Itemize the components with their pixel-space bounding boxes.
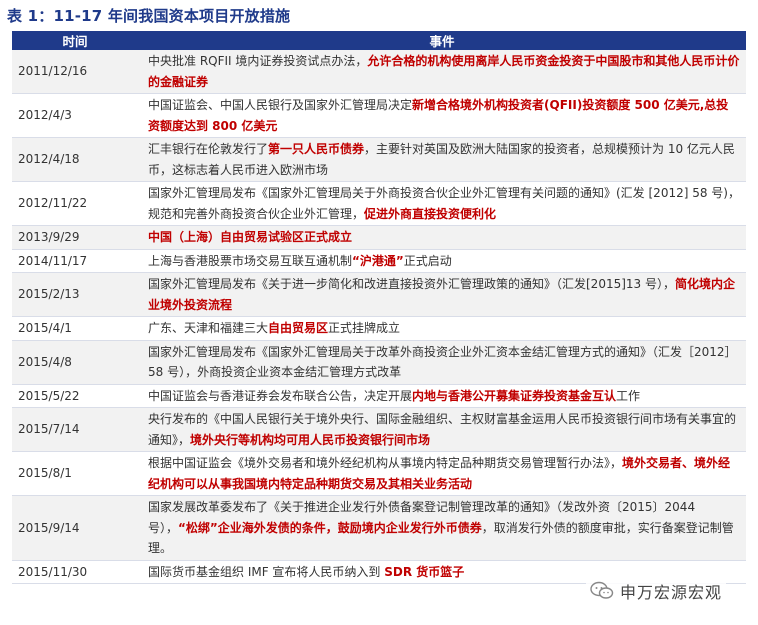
watermark-text: 申万宏源宏观 (620, 583, 723, 602)
row-date: 2015/11/30 (12, 560, 138, 584)
row-event: 中央批准 RQFII 境内证券投资试点办法，允许合格的机构使用离岸人民币资金投资… (138, 50, 746, 94)
row-event: 中国证监会、中国人民银行及国家外汇管理局决定新增合格境外机构投资者(QFII)投… (138, 93, 746, 138)
event-highlight: “松绑”企业海外发债的条件，鼓励境内企业发行外币债券 (178, 520, 482, 535)
event-highlight: 第一只人民币债券 (268, 142, 365, 156)
table-row: 2015/4/8 国家外汇管理局发布《国家外汇管理局关于改革外商投资企业外汇资本金… (12, 340, 746, 385)
table-title: 表 1：11-17 年间我国资本项目开放措施 (7, 7, 291, 25)
row-event: 国家外汇管理局发布《国家外汇管理局关于改革外商投资企业外汇资本金结汇管理方式的通… (138, 340, 746, 385)
row-event: 根据中国证监会《境外交易者和境外经纪机构从事境内特定品种期货交易管理暂行办法》，… (138, 451, 746, 496)
row-date: 2012/11/22 (12, 181, 138, 226)
row-date: 2015/8/1 (12, 451, 138, 496)
event-text: 国家外汇管理局发布《国家外汇管理局关于改革外商投资企业外汇资本金结汇管理方式的通… (148, 344, 737, 380)
table-row: 2011/12/16 中央批准 RQFII 境内证券投资试点办法，允许合格的机构使… (12, 50, 746, 94)
event-highlight: 中国（上海）自由贸易试验区正式成立 (148, 230, 353, 244)
table-row: 2015/2/13 国家外汇管理局发布《关于进一步简化和改进直接投资外汇管理政策的… (12, 272, 746, 317)
row-date: 2015/5/22 (12, 384, 138, 408)
table-row: 2015/5/22 中国证监会与香港证券会发布联合公告，决定开展内地与香港公开募集… (12, 384, 746, 408)
row-date: 2015/4/1 (12, 316, 138, 341)
row-date: 2012/4/18 (12, 137, 138, 182)
event-text: 中央批准 RQFII 境内证券投资试点办法， (148, 54, 368, 68)
event-text: 中国证监会与香港证券会发布联合公告，决定开展 (148, 388, 413, 403)
event-highlight: “沪港通” (352, 253, 404, 268)
event-text: 汇丰银行在伦敦发行了 (148, 142, 269, 156)
row-date: 2014/11/17 (12, 249, 138, 273)
table-row: 2015/4/1 广东、天津和福建三大自由贸易区正式挂牌成立 (12, 316, 746, 341)
event-highlight: 内地与香港公开募集证券投资基金互认 (412, 388, 617, 403)
table-row: 2012/4/18 汇丰银行在伦敦发行了第一只人民币债券，主要针对英国及欧洲大陆国… (12, 137, 746, 182)
event-highlight: SDR 货币篮子 (384, 564, 465, 579)
row-date: 2012/4/3 (12, 93, 138, 138)
event-text: 国家外汇管理局发布《关于进一步简化和改进直接投资外汇管理政策的通知》（汇发[20… (148, 277, 675, 291)
header-time: 时间 (12, 31, 138, 50)
table-row: 2015/7/14 央行发布的《中国人民银行关于境外央行、国际金融组织、主权财富基… (12, 407, 746, 452)
row-event: 中国证监会与香港证券会发布联合公告，决定开展内地与香港公开募集证券投资基金互认工… (138, 384, 746, 408)
table-row: 2014/11/17 上海与香港股票市场交易互联互通机制“沪港通”正式启动 (12, 249, 746, 273)
event-highlight: 自由贸易区 (268, 321, 329, 335)
capital-account-table: 时间 事件 2011/12/16 中央批准 RQFII 境内证券投资试点办法，允许… (12, 31, 746, 584)
row-date: 2011/12/16 (12, 50, 138, 94)
row-date: 2013/9/29 (12, 225, 138, 250)
row-event: 中国（上海）自由贸易试验区正式成立 (138, 225, 746, 250)
table-body: 2011/12/16 中央批准 RQFII 境内证券投资试点办法，允许合格的机构使… (12, 50, 746, 584)
event-highlight: 境外央行等机构均可用人民币投资银行间市场 (190, 432, 431, 447)
event-text: 广东、天津和福建三大 (148, 321, 269, 335)
table-row: 2015/9/14 国家发展改革委发布了《关于推进企业发行外债备案登记制管理改革的… (12, 495, 746, 561)
event-text: 国际货币基金组织 IMF 宣布将人民币纳入到 (148, 564, 385, 579)
event-highlight: 促进外商直接投资便利化 (364, 206, 497, 221)
row-event: 国家发展改革委发布了《关于推进企业发行外债备案登记制管理改革的通知》（发改外资〔… (138, 495, 746, 561)
event-text: 工作 (616, 388, 641, 403)
row-event: 国家外汇管理局发布《关于进一步简化和改进直接投资外汇管理政策的通知》（汇发[20… (138, 272, 746, 317)
event-text: 根据中国证监会《境外交易者和境外经纪机构从事境内特定品种期货交易管理暂行办法》， (148, 456, 623, 470)
event-text: 中国证监会、中国人民银行及国家外汇管理局决定 (148, 98, 413, 112)
wechat-icon (590, 581, 614, 599)
row-date: 2015/9/14 (12, 495, 138, 561)
table-header-row: 时间 事件 (12, 31, 746, 50)
table-row: 2013/9/29 中国（上海）自由贸易试验区正式成立 (12, 225, 746, 250)
row-event: 汇丰银行在伦敦发行了第一只人民币债券，主要针对英国及欧洲大陆国家的投资者，总规模… (138, 137, 746, 182)
row-event: 央行发布的《中国人民银行关于境外央行、国际金融组织、主权财富基金运用人民币投资银… (138, 407, 746, 452)
event-text: 上海与香港股票市场交易互联互通机制 (148, 253, 353, 268)
row-date: 2015/2/13 (12, 272, 138, 317)
event-text: 正式挂牌成立 (328, 321, 401, 335)
row-event: 国家外汇管理局发布《国家外汇管理局关于外商投资合伙企业外汇管理有关问题的通知》(… (138, 181, 746, 226)
row-event: 广东、天津和福建三大自由贸易区正式挂牌成立 (138, 316, 746, 341)
header-event: 事件 (138, 31, 746, 50)
table-row: 2012/11/22 国家外汇管理局发布《国家外汇管理局关于外商投资合伙企业外汇管… (12, 181, 746, 226)
row-date: 2015/7/14 (12, 407, 138, 452)
table-row: 2015/8/1 根据中国证监会《境外交易者和境外经纪机构从事境内特定品种期货交易… (12, 451, 746, 496)
row-event: 上海与香港股票市场交易互联互通机制“沪港通”正式启动 (138, 249, 746, 273)
watermark: 申万宏源宏观 (586, 578, 727, 604)
event-text: 正式启动 (403, 253, 452, 268)
table-row: 2012/4/3 中国证监会、中国人民银行及国家外汇管理局决定新增合格境外机构投资… (12, 93, 746, 138)
row-date: 2015/4/8 (12, 340, 138, 385)
